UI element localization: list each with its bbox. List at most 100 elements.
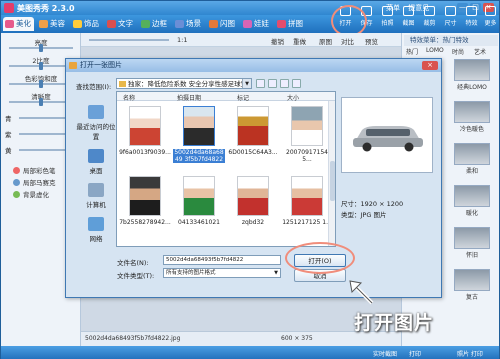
- callout-open-image-text: 打开图片: [354, 312, 435, 334]
- screenshot-tool-button[interactable]: 截图: [398, 3, 419, 33]
- tab-text[interactable]: 文字: [105, 17, 136, 31]
- bottom-print[interactable]: 打印: [409, 349, 421, 358]
- file-item[interactable]: 7b2558278942...: [119, 176, 171, 236]
- chevron-down-icon[interactable]: ▼: [272, 269, 280, 277]
- chevron-down-icon[interactable]: ▼: [242, 79, 251, 88]
- effect-label-cold-warm: 冷色暖色: [459, 126, 484, 133]
- file-thumbnail: [183, 176, 215, 216]
- slider-knob[interactable]: [39, 80, 43, 88]
- effect-thumb-warm[interactable]: [454, 185, 490, 207]
- local-color-brush[interactable]: 局部彩色笔: [13, 165, 56, 175]
- camera-tool-button[interactable]: 拍照: [377, 3, 398, 33]
- type-label: 类型：: [341, 211, 361, 219]
- scrollbar-thumb[interactable]: [330, 161, 335, 201]
- recent-places-icon: [88, 105, 104, 119]
- zoom-ratio[interactable]: 1:1: [177, 36, 187, 44]
- compare-button[interactable]: 对比: [341, 36, 354, 46]
- tab-border[interactable]: 边框: [139, 17, 170, 31]
- effect-thumb-soft[interactable]: [454, 143, 490, 165]
- tab-doll[interactable]: 娃娃: [241, 17, 272, 31]
- effect-tab-fashion[interactable]: 时尚: [452, 47, 464, 56]
- color-label: 黄: [5, 147, 12, 155]
- place-recent[interactable]: 最近访问的位置: [74, 105, 118, 141]
- tool-label: 特效: [465, 20, 478, 27]
- crop-tool-button[interactable]: 裁剪: [419, 3, 440, 33]
- preview-button[interactable]: 预览: [365, 36, 378, 46]
- tab-beauty[interactable]: 美容: [37, 17, 68, 31]
- up-folder-icon[interactable]: [268, 79, 277, 88]
- place-desktop[interactable]: 桌面: [74, 149, 118, 175]
- column-size[interactable]: 大小: [287, 93, 299, 102]
- tab-scene[interactable]: 场景: [173, 17, 204, 31]
- status-filename: 5002d4da68493f5b7fd4822.jpg: [85, 335, 181, 342]
- effect-thumb-cold-warm[interactable]: [454, 101, 490, 123]
- tool-label: 尺寸: [444, 20, 457, 27]
- dialog-close-button[interactable]: ×: [422, 61, 438, 70]
- file-thumbnail: [291, 106, 323, 146]
- open-button-highlight-annotation: [285, 242, 355, 274]
- file-item[interactable]: 04133461021: [173, 176, 225, 236]
- file-thumbnail: [183, 106, 215, 146]
- tool-label: 裁剪: [423, 20, 436, 27]
- filetype-select[interactable]: 所有支持的图片格式 ▼: [163, 268, 281, 278]
- size-tool-button[interactable]: 尺寸: [440, 3, 461, 33]
- place-computer[interactable]: 计算机: [74, 183, 118, 209]
- redo-button[interactable]: 重做: [293, 36, 306, 46]
- places-bar: 最近访问的位置 桌面 计算机 网络: [74, 91, 118, 271]
- dialog-app-icon: [69, 62, 77, 69]
- slider-knob[interactable]: [39, 44, 43, 52]
- effect-tab-hot[interactable]: 热门: [406, 47, 418, 56]
- file-item[interactable]: 6D0015C64A3...: [227, 106, 279, 166]
- effect-thumb-lomo[interactable]: [454, 59, 490, 81]
- tab-beautify[interactable]: 美化: [3, 17, 34, 31]
- column-tag[interactable]: 标记: [237, 93, 249, 102]
- local-mosaic[interactable]: 局部马赛克: [13, 177, 56, 187]
- file-item[interactable]: 5002d4da68a6849 3f5b7fd4822: [173, 106, 225, 166]
- filename-label: 文件名(N):: [117, 259, 149, 267]
- place-network[interactable]: 网络: [74, 217, 118, 243]
- tab-label: 闪图: [220, 19, 235, 28]
- status-bar: 5002d4da68493f5b7fd4822.jpg 600 × 375: [81, 331, 401, 346]
- file-thumbnail: [237, 176, 269, 216]
- tab-accessories[interactable]: 饰品: [71, 17, 102, 31]
- bottom-photo-print[interactable]: 照片 打印: [457, 349, 483, 358]
- view-menu-icon[interactable]: [292, 79, 301, 88]
- effect-tab-art[interactable]: 艺术: [474, 47, 486, 56]
- size-icon: [445, 6, 456, 16]
- background-blur[interactable]: 背景虚化: [13, 189, 49, 199]
- tab-label: 拼图: [288, 19, 303, 28]
- effect-label-lomo: 经典LOMO: [457, 84, 487, 91]
- slider-knob[interactable]: [39, 98, 43, 106]
- brush-icon: [13, 167, 20, 174]
- file-item[interactable]: 9f6a0013f9039...: [119, 106, 171, 166]
- column-name[interactable]: 名称: [123, 93, 135, 102]
- filename-input[interactable]: 5002d4da68493f5b7fd4822: [163, 255, 281, 265]
- lookin-combobox[interactable]: 独家：降低危险系数 安全分享性感足球宝贝 ▼: [116, 78, 252, 98]
- bottom-live-screenshot[interactable]: 实时截图: [373, 349, 397, 358]
- slider-knob[interactable]: [39, 62, 43, 70]
- tab-label: 美化: [16, 19, 31, 28]
- tab-flash[interactable]: 闪图: [207, 17, 238, 31]
- file-item[interactable]: 1251217125 1...: [281, 176, 333, 236]
- effect-tab-lomo[interactable]: LOMO: [426, 47, 444, 54]
- app-title: 美图秀秀 2.3.0: [17, 4, 75, 13]
- flash-icon: [209, 20, 218, 28]
- file-item[interactable]: zqbd32: [227, 176, 279, 236]
- effect-thumb-nostalgia[interactable]: [454, 227, 490, 249]
- undo-button[interactable]: 撤销: [271, 36, 284, 46]
- new-folder-icon[interactable]: [280, 79, 289, 88]
- back-icon[interactable]: [256, 79, 265, 88]
- effect-thumb-retro[interactable]: [454, 269, 490, 291]
- original-button[interactable]: 原图: [319, 36, 332, 46]
- effect-tool-button[interactable]: 特效: [461, 3, 482, 33]
- file-name: 9f6a0013f9039...: [119, 149, 171, 156]
- column-date[interactable]: 拍摄日期: [177, 93, 201, 102]
- file-list-scrollbar[interactable]: [328, 101, 335, 246]
- zoom-slider[interactable]: [89, 39, 169, 41]
- file-item[interactable]: 20070917154 5...: [281, 106, 333, 166]
- computer-icon: [88, 183, 104, 197]
- blur-icon: [13, 191, 20, 198]
- tab-collage[interactable]: 拼图: [275, 17, 306, 31]
- file-list-header: 名称 拍摄日期 标记 大小: [117, 92, 335, 102]
- more-tool-button[interactable]: 更多: [480, 3, 500, 33]
